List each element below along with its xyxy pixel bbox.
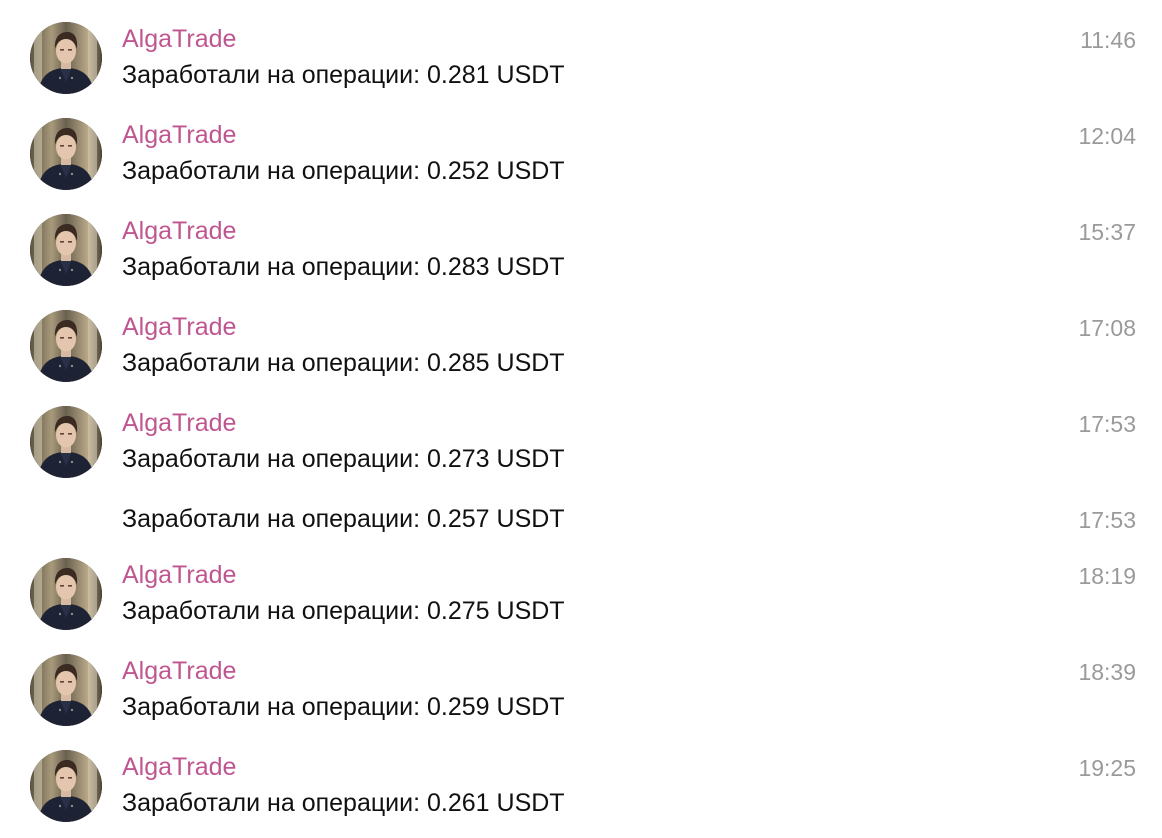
sender-name[interactable]: AlgaTrade <box>122 656 236 686</box>
avatar[interactable] <box>30 22 102 94</box>
message-timestamp: 19:25 <box>1078 755 1136 781</box>
avatar[interactable] <box>30 310 102 382</box>
message-timestamp: 11:46 <box>1080 27 1136 53</box>
avatar[interactable] <box>30 558 102 630</box>
message-text: Заработали на операции: 0.275 USDT <box>122 597 565 625</box>
message-timestamp: 18:39 <box>1078 659 1136 685</box>
message-timestamp: 18:19 <box>1078 563 1136 589</box>
message-text: Заработали на операции: 0.273 USDT <box>122 445 565 473</box>
message-timestamp: 12:04 <box>1078 123 1136 149</box>
message-text: Заработали на операции: 0.283 USDT <box>122 253 565 281</box>
chat-message-list: AlgaTrade Заработали на операции: 0.281 U… <box>0 0 1162 838</box>
message-text: Заработали на операции: 0.252 USDT <box>122 157 565 185</box>
sender-name[interactable]: AlgaTrade <box>122 312 236 342</box>
avatar[interactable] <box>30 654 102 726</box>
message-text: Заработали на операции: 0.257 USDT <box>122 505 565 533</box>
sender-name[interactable]: AlgaTrade <box>122 24 236 54</box>
avatar[interactable] <box>30 750 102 822</box>
sender-name[interactable]: AlgaTrade <box>122 560 236 590</box>
avatar[interactable] <box>30 406 102 478</box>
avatar[interactable] <box>30 118 102 190</box>
message-text: Заработали на операции: 0.281 USDT <box>122 61 565 89</box>
message-text: Заработали на операции: 0.259 USDT <box>122 693 565 721</box>
avatar[interactable] <box>30 214 102 286</box>
message-timestamp: 17:53 <box>1078 411 1136 437</box>
message-text: Заработали на операции: 0.285 USDT <box>122 349 565 377</box>
message-timestamp: 17:08 <box>1078 315 1136 341</box>
message-timestamp: 17:53 <box>1078 507 1136 533</box>
sender-name[interactable]: AlgaTrade <box>122 752 236 782</box>
sender-name[interactable]: AlgaTrade <box>122 216 236 246</box>
message-timestamp: 15:37 <box>1078 219 1136 245</box>
message-text: Заработали на операции: 0.261 USDT <box>122 789 565 817</box>
sender-name[interactable]: AlgaTrade <box>122 408 236 438</box>
sender-name[interactable]: AlgaTrade <box>122 120 236 150</box>
